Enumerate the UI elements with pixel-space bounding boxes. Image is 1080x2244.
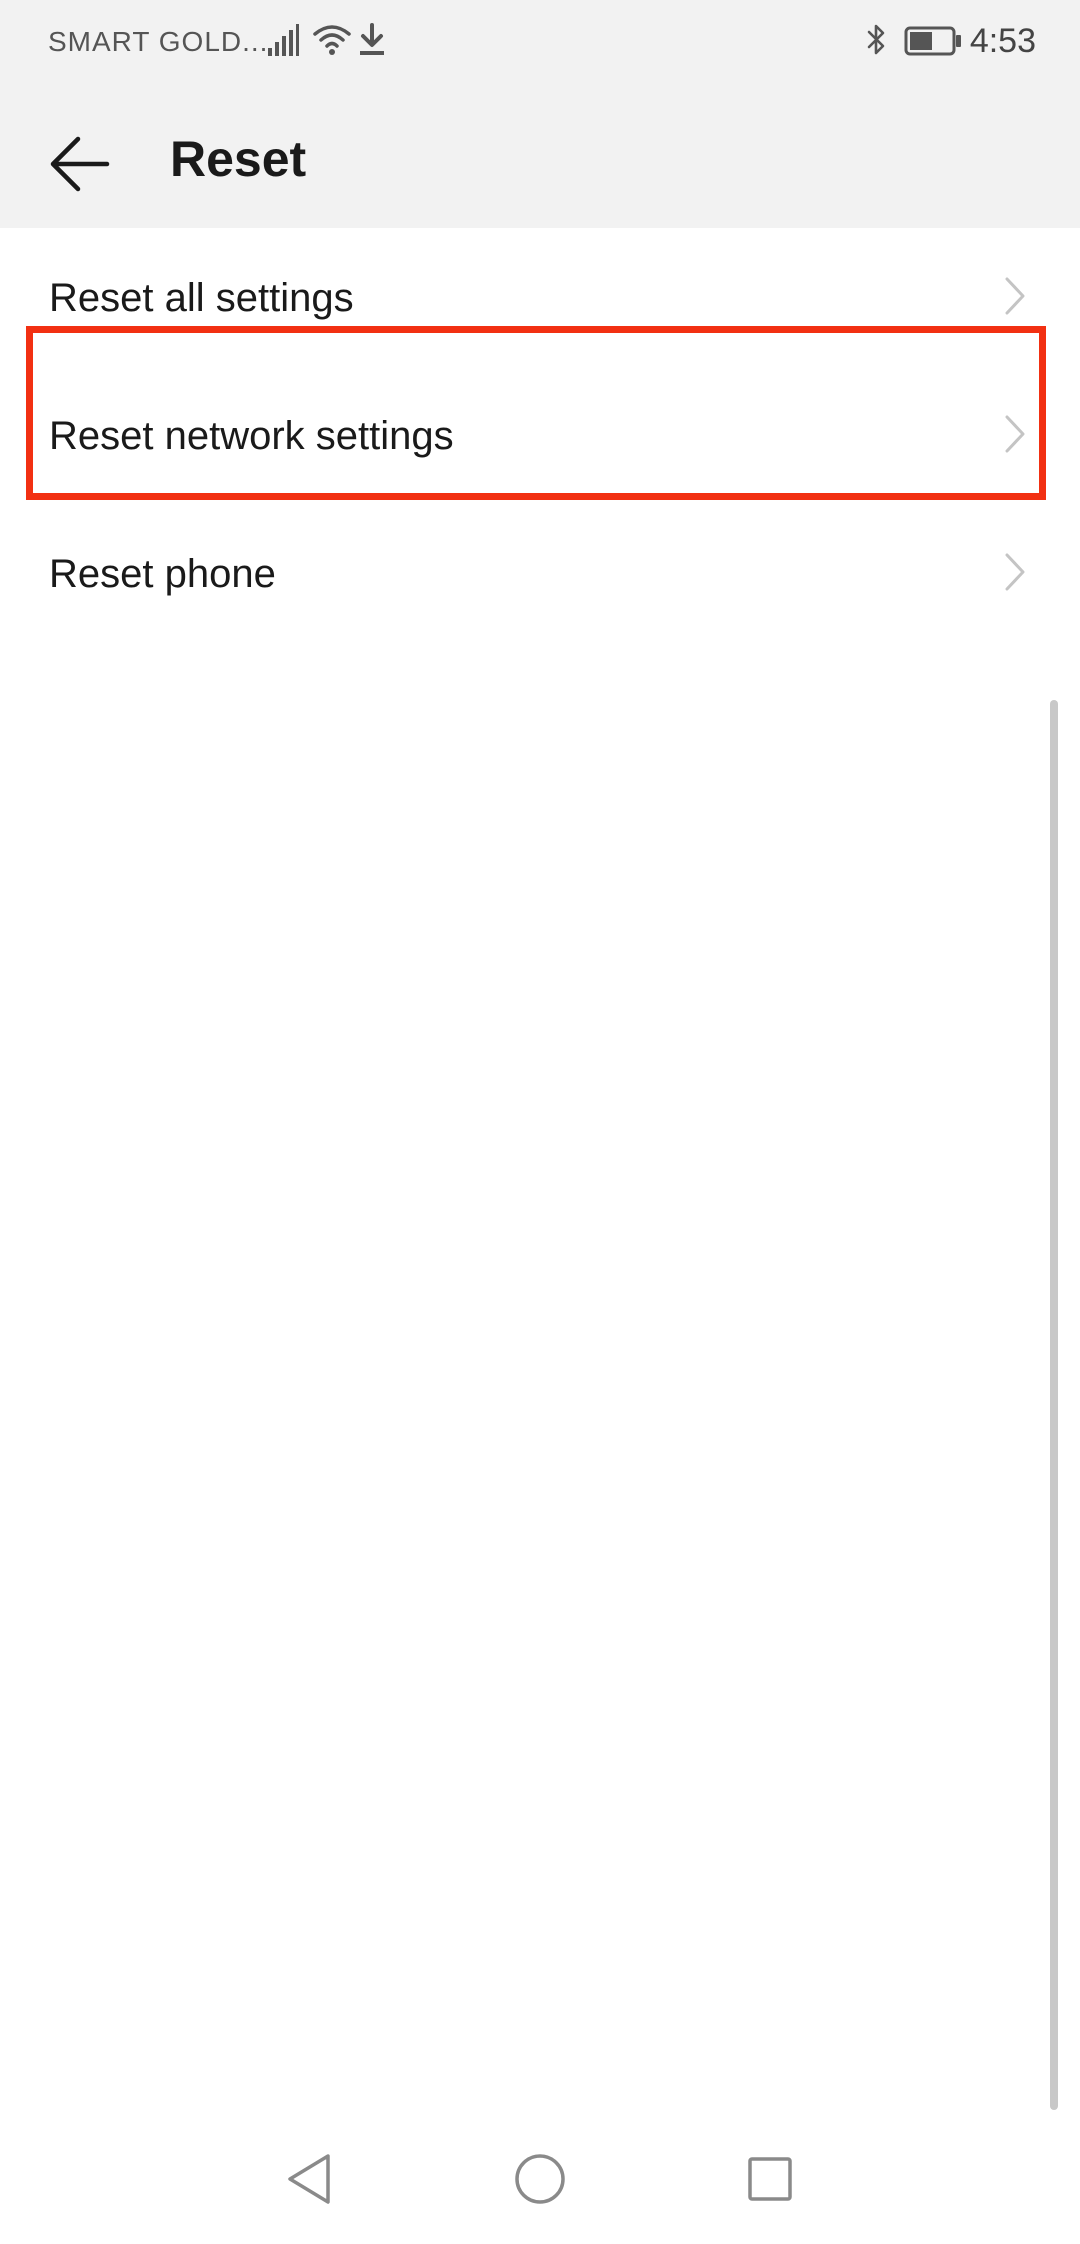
download-icon xyxy=(360,23,384,55)
reset-options-list: Reset all settings Reset network setting… xyxy=(0,228,1080,642)
wifi-icon xyxy=(313,25,351,55)
list-item-label: Reset network settings xyxy=(49,414,454,458)
status-bar: SMART GOLD... 4:53 xyxy=(0,0,1080,86)
reset-phone-item[interactable]: Reset phone xyxy=(0,504,1080,642)
nav-home-button[interactable] xyxy=(505,2144,575,2214)
carrier-name: SMART GOLD... xyxy=(48,26,269,57)
list-item-label: Reset phone xyxy=(49,552,276,596)
back-button[interactable] xyxy=(30,114,130,214)
top-area: SMART GOLD... 4:53 Reset xyxy=(0,0,1080,228)
app-bar: Reset xyxy=(0,86,1080,228)
battery-icon xyxy=(904,26,961,56)
list-item-label: Reset all settings xyxy=(49,276,354,320)
reset-network-settings-item[interactable]: Reset network settings xyxy=(0,366,1080,504)
chevron-right-icon xyxy=(1005,277,1025,315)
page-title: Reset xyxy=(170,131,307,187)
nav-recents-icon xyxy=(748,2157,792,2201)
scrollbar[interactable] xyxy=(1050,700,1058,2110)
bluetooth-icon xyxy=(867,24,885,55)
reset-all-settings-item[interactable]: Reset all settings xyxy=(0,228,1080,366)
navigation-bar xyxy=(0,2114,1080,2244)
reset-screen: SMART GOLD... 4:53 Reset Reset all setti… xyxy=(0,0,1080,2244)
nav-home-icon xyxy=(515,2154,565,2204)
arrow-left-icon xyxy=(50,136,110,192)
nav-recents-button[interactable] xyxy=(735,2144,805,2214)
chevron-right-icon xyxy=(1005,553,1025,591)
nav-back-button[interactable] xyxy=(274,2144,344,2214)
nav-back-icon xyxy=(288,2154,330,2204)
status-time: 4:53 xyxy=(969,22,1036,60)
signal-icon xyxy=(268,24,299,56)
chevron-right-icon xyxy=(1005,415,1025,453)
